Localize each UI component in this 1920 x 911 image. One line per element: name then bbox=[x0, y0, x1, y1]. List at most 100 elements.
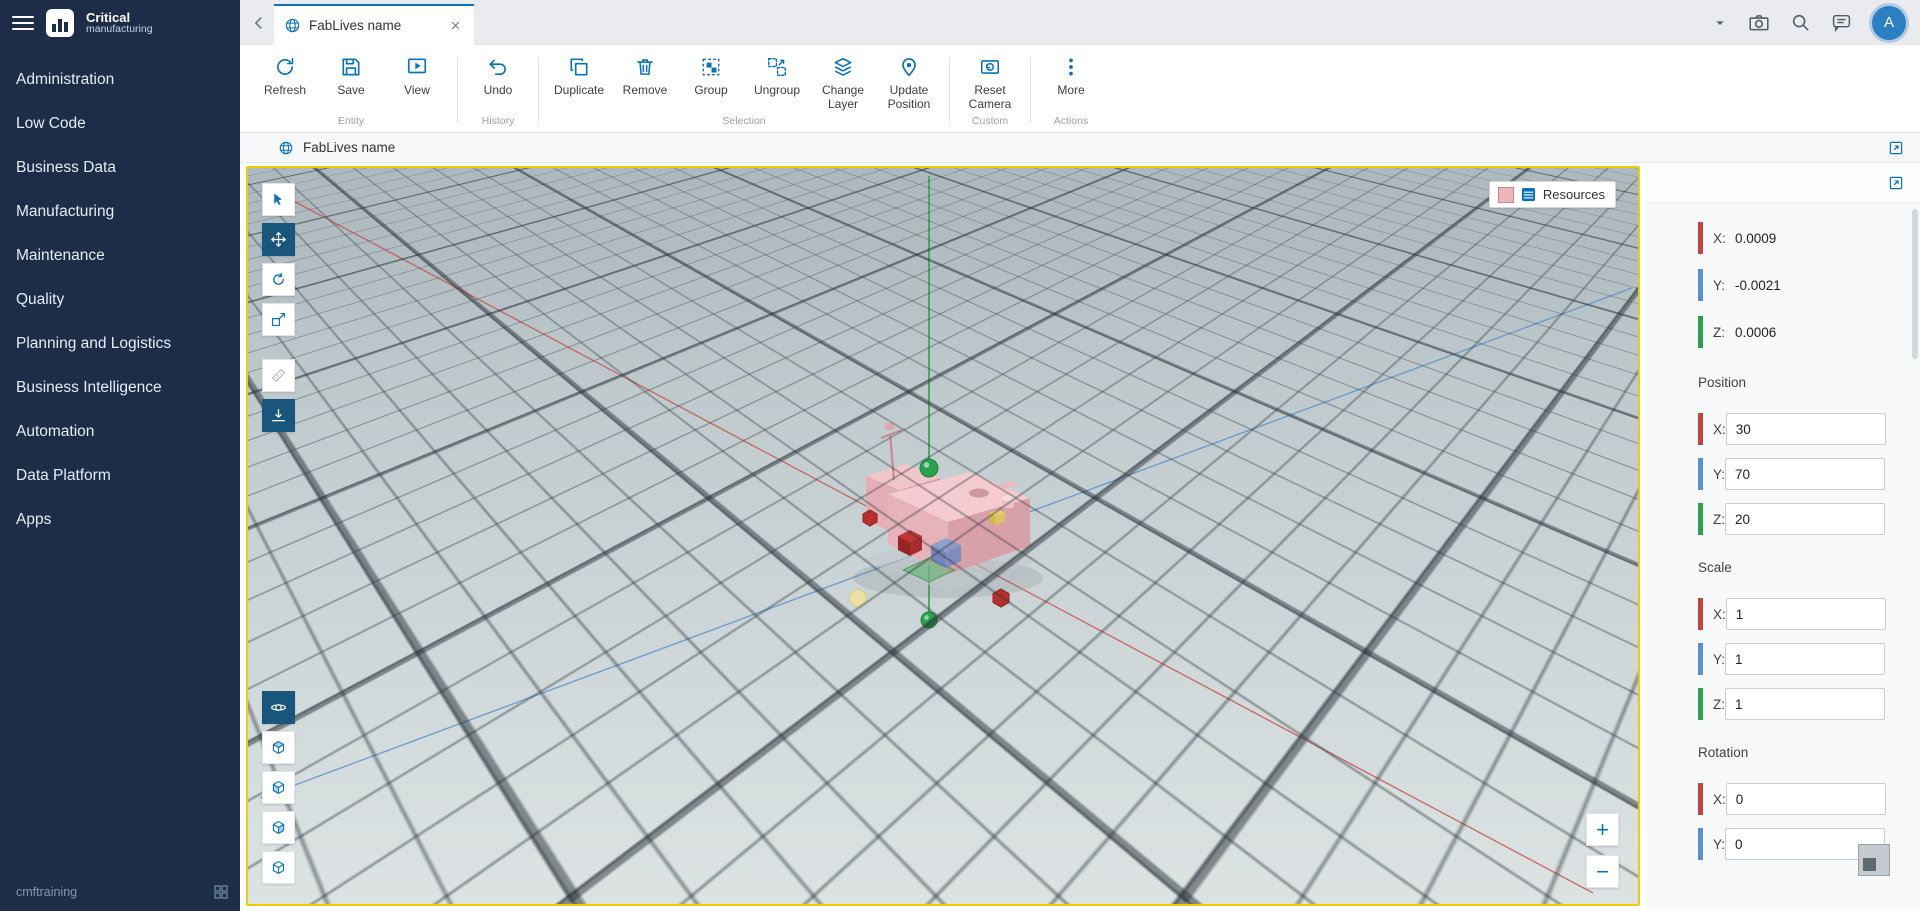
expand-panel-icon[interactable] bbox=[1888, 175, 1904, 191]
search-icon[interactable] bbox=[1790, 12, 1811, 33]
view-button[interactable]: View bbox=[384, 47, 450, 113]
camera-icon[interactable] bbox=[1748, 12, 1770, 34]
orbit-tool-button[interactable] bbox=[262, 691, 295, 724]
toolbar-group-caption: History bbox=[465, 113, 531, 132]
toolbar-separator bbox=[538, 57, 539, 122]
rotation-x-input[interactable] bbox=[1726, 783, 1886, 815]
change-layer-button[interactable]: Change Layer bbox=[810, 47, 876, 113]
legend-label: Resources bbox=[1543, 187, 1605, 202]
duplicate-button[interactable]: Duplicate bbox=[546, 47, 612, 113]
zoom-out-button[interactable]: − bbox=[1586, 855, 1619, 888]
reset-camera-button[interactable]: Reset Camera bbox=[957, 47, 1023, 113]
toolbar-button-label: Duplicate bbox=[554, 84, 604, 98]
sidebar-item-manufacturing[interactable]: Manufacturing bbox=[0, 190, 240, 234]
duplicate-icon bbox=[568, 56, 590, 78]
caret-down-icon[interactable] bbox=[1712, 15, 1728, 31]
toolbar-group-selection: Duplicate Remove bbox=[546, 47, 942, 132]
sidebar-item-planning-and-logistics[interactable]: Planning and Logistics bbox=[0, 322, 240, 366]
axis-y-color-bar bbox=[1698, 269, 1703, 301]
sidebar-item-data-platform[interactable]: Data Platform bbox=[0, 454, 240, 498]
position-y-input[interactable] bbox=[1725, 458, 1885, 490]
position-z-input[interactable] bbox=[1725, 503, 1885, 535]
refresh-button[interactable]: Refresh bbox=[252, 47, 318, 113]
more-button[interactable]: More bbox=[1038, 47, 1104, 113]
sidebar-item-quality[interactable]: Quality bbox=[0, 278, 240, 322]
version-grid-icon[interactable] bbox=[214, 885, 228, 899]
coordinate-axis-label: Y: bbox=[1713, 278, 1735, 293]
environment-label: cmftraining bbox=[16, 885, 77, 899]
sidebar-item-maintenance[interactable]: Maintenance bbox=[0, 234, 240, 278]
mouse-cursor-artifact bbox=[1858, 844, 1890, 876]
user-avatar[interactable]: A bbox=[1872, 6, 1906, 40]
toolbar-button-label: View bbox=[404, 84, 430, 98]
sidebar-item-automation[interactable]: Automation bbox=[0, 410, 240, 454]
scale-y-input[interactable] bbox=[1725, 643, 1885, 675]
coordinate-axis-label: X: bbox=[1713, 231, 1735, 246]
tab-fablives[interactable]: FabLives name bbox=[274, 4, 474, 45]
hamburger-menu-icon[interactable] bbox=[12, 16, 34, 30]
map-pin-icon bbox=[898, 56, 920, 78]
tabs-back-chevron-icon[interactable] bbox=[244, 0, 274, 45]
chat-icon[interactable] bbox=[1831, 12, 1852, 33]
update-position-button[interactable]: Update Position bbox=[876, 47, 942, 113]
sidebar-header: Critical manufacturing bbox=[0, 0, 240, 46]
sidebar-item-low-code[interactable]: Low Code bbox=[0, 102, 240, 146]
panel-scrollbar[interactable] bbox=[1912, 209, 1918, 907]
undo-button[interactable]: Undo bbox=[465, 47, 531, 113]
brand-name-top: Critical bbox=[86, 11, 153, 25]
rotate-tool-button[interactable] bbox=[262, 263, 295, 296]
panel-scrollbar-thumb[interactable] bbox=[1912, 209, 1918, 359]
3d-scene[interactable] bbox=[248, 168, 1638, 904]
expand-icon[interactable] bbox=[1888, 140, 1904, 156]
toolbar: Refresh Save View bbox=[240, 45, 1920, 133]
globe-icon bbox=[284, 17, 301, 34]
view-top-button[interactable] bbox=[262, 731, 295, 764]
axis-y-color-bar bbox=[1698, 828, 1703, 860]
brand-name-bottom: manufacturing bbox=[86, 24, 153, 35]
close-icon[interactable] bbox=[447, 17, 464, 34]
field-axis-label: Y: bbox=[1713, 652, 1725, 667]
topbar-right-icons: A bbox=[1712, 6, 1920, 40]
sidebar-item-business-data[interactable]: Business Data bbox=[0, 146, 240, 190]
scale-tool-icon bbox=[270, 311, 287, 328]
sidebar-item-apps[interactable]: Apps bbox=[0, 498, 240, 542]
trash-icon bbox=[634, 56, 656, 78]
view-3d-icon bbox=[270, 859, 287, 876]
scale-tool-button[interactable] bbox=[262, 303, 295, 336]
rotate-tool-icon bbox=[270, 271, 287, 288]
ungroup-button[interactable]: Ungroup bbox=[744, 47, 810, 113]
zoom-in-button[interactable]: + bbox=[1586, 813, 1619, 846]
toolbar-button-label: Refresh bbox=[264, 84, 306, 98]
tab-title: FabLives name bbox=[309, 18, 439, 33]
rotation-section-title: Rotation bbox=[1698, 745, 1884, 760]
view-side-icon bbox=[270, 819, 287, 836]
tab-bar: FabLives name bbox=[240, 0, 1920, 45]
toolbar-button-label: Ungroup bbox=[754, 84, 800, 98]
toolbar-group-entity: Refresh Save View bbox=[252, 47, 450, 132]
select-tool-button[interactable] bbox=[262, 183, 295, 216]
move-tool-button[interactable] bbox=[262, 223, 295, 256]
view-front-button[interactable] bbox=[262, 771, 295, 804]
resources-legend[interactable]: Resources bbox=[1489, 181, 1616, 208]
snap-ground-tool-button[interactable] bbox=[262, 399, 295, 432]
sidebar-item-administration[interactable]: Administration bbox=[0, 58, 240, 102]
zoom-controls: + − bbox=[1586, 813, 1619, 888]
view-side-button[interactable] bbox=[262, 811, 295, 844]
scale-x-input[interactable] bbox=[1726, 598, 1886, 630]
sidebar-item-business-intelligence[interactable]: Business Intelligence bbox=[0, 366, 240, 410]
3d-viewport[interactable]: Resources + − bbox=[246, 166, 1640, 906]
scale-z-input[interactable] bbox=[1725, 688, 1885, 720]
ellipsis-icon bbox=[1060, 56, 1082, 78]
group-button[interactable]: Group bbox=[678, 47, 744, 113]
remove-button[interactable]: Remove bbox=[612, 47, 678, 113]
position-section-title: Position bbox=[1698, 375, 1884, 390]
refresh-icon bbox=[274, 56, 296, 78]
field-axis-label: Y: bbox=[1713, 467, 1725, 482]
position-x-input[interactable] bbox=[1726, 413, 1886, 445]
save-button[interactable]: Save bbox=[318, 47, 384, 113]
coordinate-axis-label: Z: bbox=[1713, 325, 1735, 340]
measure-tool-button[interactable] bbox=[262, 359, 295, 392]
view-3d-button[interactable] bbox=[262, 851, 295, 884]
field-axis-label: X: bbox=[1713, 422, 1726, 437]
view-icon bbox=[406, 56, 428, 78]
